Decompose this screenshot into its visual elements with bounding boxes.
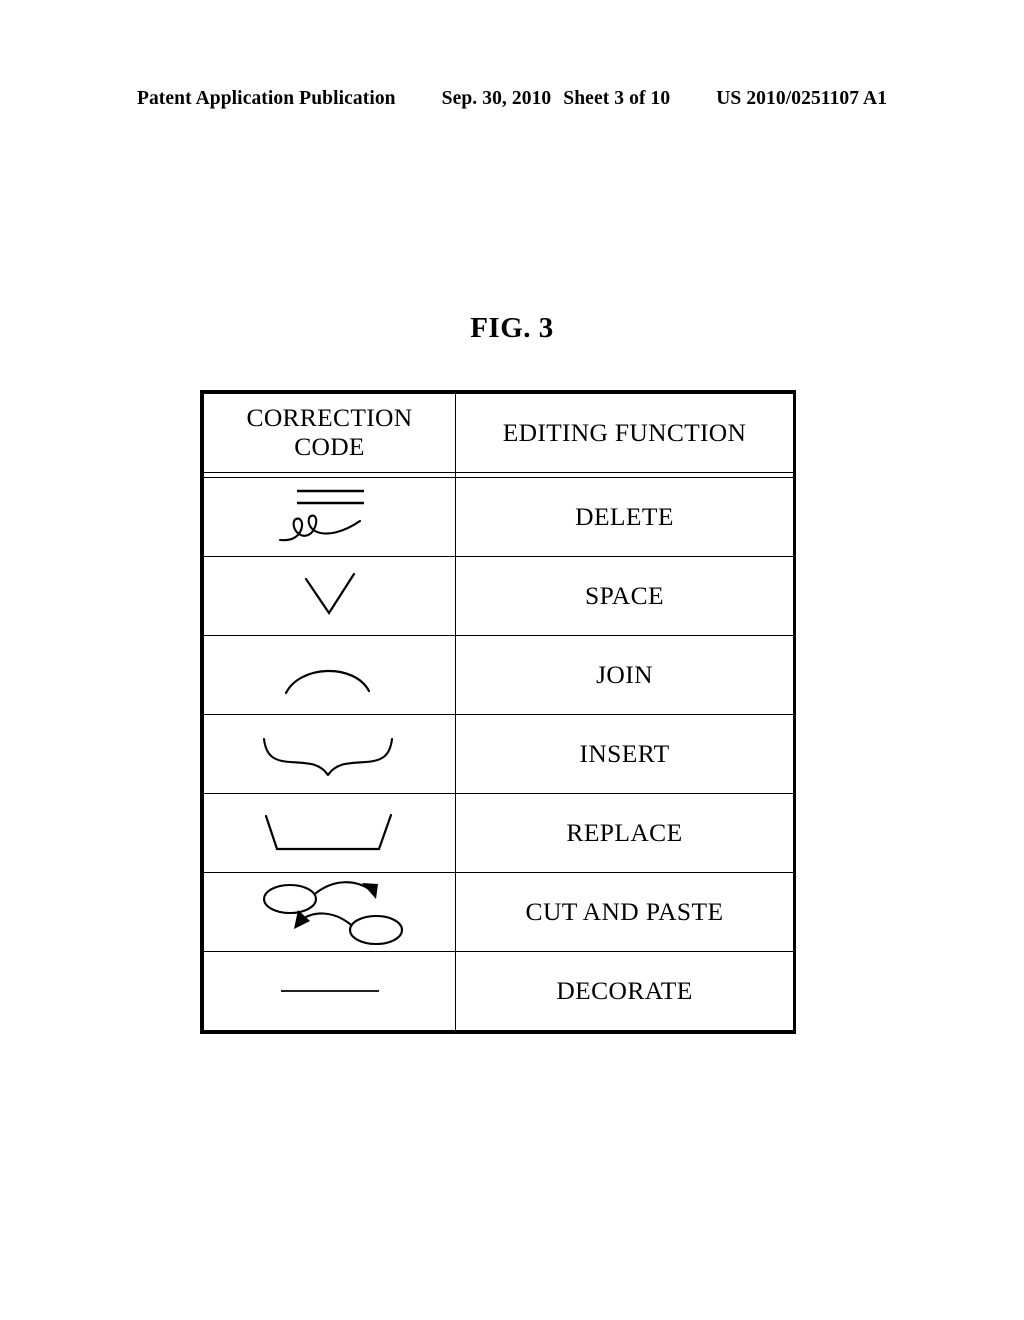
- symbol-cell-cut-and-paste: [203, 872, 456, 952]
- table-row: JOIN: [203, 635, 794, 715]
- table-row: SPACE: [203, 556, 794, 636]
- single-horizontal-line-mark-icon: [204, 952, 456, 1030]
- symbol-cell-space: [203, 556, 456, 636]
- table-header-row: CORRECTION CODE EDITING FUNCTION: [203, 393, 794, 473]
- header-cell-correction-code: CORRECTION CODE: [203, 393, 456, 473]
- function-cell-decorate: DECORATE: [455, 951, 794, 1031]
- function-label: DELETE: [575, 502, 674, 531]
- symbol-cell-replace: [203, 793, 456, 873]
- symbol-cell-insert: [203, 714, 456, 794]
- symbol-cell-decorate: [203, 951, 456, 1031]
- function-label: JOIN: [596, 660, 653, 689]
- patent-number: US 2010/0251107 A1: [716, 88, 888, 109]
- function-cell-delete: DELETE: [455, 477, 794, 557]
- function-label: INSERT: [579, 739, 670, 768]
- function-label: REPLACE: [566, 818, 683, 847]
- publication-label: Patent Application Publication: [136, 88, 396, 109]
- table-row: DECORATE: [203, 951, 794, 1031]
- header-editing-function-label: EDITING FUNCTION: [502, 418, 747, 447]
- header-correction-code-line2: CODE: [294, 432, 365, 461]
- table-row: CUT AND PASTE: [203, 872, 794, 952]
- symbol-cell-join: [203, 635, 456, 715]
- function-cell-replace: REPLACE: [455, 793, 794, 873]
- two-ellipses-with-curved-arrows-icon: [204, 873, 456, 951]
- table-row: INSERT: [203, 714, 794, 794]
- function-label: CUT AND PASTE: [525, 897, 724, 926]
- function-cell-insert: INSERT: [455, 714, 794, 794]
- brace-with-caret-mark-icon: [204, 715, 456, 793]
- arc-dome-mark-icon: [204, 636, 456, 714]
- caret-v-mark-icon: [204, 557, 456, 635]
- table-row: DELETE: [203, 477, 794, 557]
- double-strikethrough-with-loop-stroke-icon: [204, 478, 456, 556]
- publication-date: Sep. 30, 2010: [441, 88, 552, 109]
- table-row: REPLACE: [203, 793, 794, 873]
- header-correction-code-line1: CORRECTION: [246, 403, 413, 433]
- function-label: SPACE: [584, 581, 665, 610]
- sheet-number: Sheet 3 of 10: [563, 88, 671, 109]
- symbol-cell-delete: [203, 477, 456, 557]
- figure-label: FIG. 3: [470, 312, 554, 344]
- function-cell-cut-and-paste: CUT AND PASTE: [455, 872, 794, 952]
- correction-code-table: CORRECTION CODE EDITING FUNCTION DELETE …: [200, 390, 796, 1034]
- function-label: DECORATE: [556, 976, 693, 1005]
- page-running-head: Patent Application Publication Sep. 30, …: [0, 88, 1024, 110]
- open-trapezoid-mark-icon: [204, 794, 456, 872]
- header-cell-editing-function: EDITING FUNCTION: [455, 393, 794, 473]
- function-cell-space: SPACE: [455, 556, 794, 636]
- function-cell-join: JOIN: [455, 635, 794, 715]
